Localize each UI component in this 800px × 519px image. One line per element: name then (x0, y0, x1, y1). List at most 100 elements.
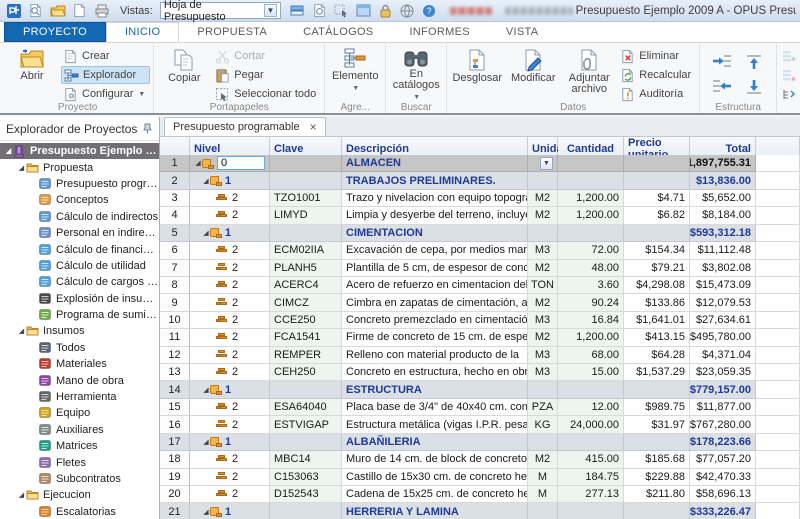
precio-cell[interactable]: $989.75 (624, 399, 690, 416)
zoom-doc-icon[interactable] (310, 2, 329, 20)
precio-cell[interactable]: $229.88 (624, 469, 690, 486)
cant-cell[interactable] (558, 155, 624, 172)
unidad-cell[interactable]: M2 (528, 190, 558, 207)
app-logo-icon[interactable] (4, 2, 23, 20)
desc-cell[interactable]: ALBAÑILERIA (342, 434, 528, 451)
expand-triangle-icon[interactable]: ◢ (202, 229, 210, 237)
filler-cell[interactable] (756, 329, 800, 346)
tree-item-calculo-de-indirectos[interactable]: Cálculo de indirectos (0, 209, 159, 225)
button-recalcular[interactable]: Recalcular (618, 66, 696, 84)
desc-cell[interactable]: Firme de concreto de 15 cm. de espesor, … (342, 329, 528, 346)
nivel-cell[interactable]: 2 (190, 399, 270, 416)
lock-icon[interactable] (376, 2, 395, 20)
precio-cell[interactable] (624, 172, 690, 189)
button-indent-left[interactable] (709, 76, 735, 98)
filler-cell[interactable] (756, 294, 800, 311)
button-desplegar[interactable]: Desplegar▼ (780, 85, 800, 103)
precio-cell[interactable]: $211.80 (624, 486, 690, 503)
unidad-cell[interactable]: TON (528, 277, 558, 294)
unidad-cell[interactable]: ▼ (528, 155, 558, 172)
nivel-cell[interactable]: 2 (190, 294, 270, 311)
precio-cell[interactable] (624, 155, 690, 172)
total-cell[interactable]: $27,634.61 (690, 312, 756, 329)
cant-cell[interactable]: 90.24 (558, 294, 624, 311)
clave-cell[interactable]: ACERC4 (270, 277, 342, 294)
button-explorador[interactable]: Explorador (61, 66, 150, 84)
total-cell[interactable]: $11,877.00 (690, 399, 756, 416)
button-desglosar[interactable]: Desglosar (450, 45, 504, 85)
row-number[interactable]: 8 (160, 277, 190, 294)
tree-item-explosion-de-insumos[interactable]: Explosión de insumos (0, 291, 159, 307)
clave-cell[interactable] (270, 172, 342, 189)
filler-cell[interactable] (756, 155, 800, 172)
precio-cell[interactable]: $413.15 (624, 329, 690, 346)
cant-cell[interactable]: 15.00 (558, 364, 624, 381)
unidad-cell[interactable]: M (528, 486, 558, 503)
filler-cell[interactable] (756, 225, 800, 242)
desc-cell[interactable]: ALMACEN (342, 155, 528, 172)
open-folder-small-icon[interactable] (48, 2, 67, 20)
tree-item-mano-de-obra[interactable]: Mano de obra (0, 372, 159, 388)
precio-cell[interactable]: $1,537.29 (624, 364, 690, 381)
clave-cell[interactable]: CEH250 (270, 364, 342, 381)
button-move-up[interactable] (741, 51, 767, 73)
clave-cell[interactable]: REMPER (270, 347, 342, 364)
precio-cell[interactable]: $79.21 (624, 260, 690, 277)
cant-cell[interactable]: 184.75 (558, 469, 624, 486)
unidad-cell[interactable] (528, 172, 558, 189)
filler-cell[interactable] (756, 207, 800, 224)
row-number[interactable]: 9 (160, 294, 190, 311)
total-cell[interactable]: $779,157.00 (690, 381, 756, 398)
chevron-down-icon[interactable]: ▼ (540, 157, 553, 170)
nivel-cell[interactable]: 2 (190, 416, 270, 433)
row-number[interactable]: 6 (160, 242, 190, 259)
row-number[interactable]: 1 (160, 155, 190, 172)
unidad-cell[interactable]: M2 (528, 329, 558, 346)
tree-item-calculo-de-financiami[interactable]: Cálculo de financiami... (0, 241, 159, 257)
unidad-cell[interactable]: KG (528, 416, 558, 433)
expand-triangle-icon[interactable]: ◢ (194, 159, 202, 167)
filler-cell[interactable] (756, 172, 800, 189)
tab-catalogos[interactable]: CATÁLOGOS (285, 22, 391, 42)
tree-item-ejecucion[interactable]: ◢Ejecucion (0, 487, 159, 503)
total-cell[interactable]: $13,836.00 (690, 172, 756, 189)
expand-triangle-icon[interactable]: ◢ (17, 491, 26, 499)
button-abrir[interactable]: Abrir (5, 45, 59, 83)
help-icon[interactable]: ? (420, 2, 439, 20)
nivel-cell[interactable]: 2 (190, 277, 270, 294)
tree-item-matrices[interactable]: Matrices (0, 438, 159, 454)
desc-cell[interactable]: Acero de refuerzo en cimentacion del No.… (342, 277, 528, 294)
total-cell[interactable]: $8,184.00 (690, 207, 756, 224)
views-manager-icon[interactable] (288, 2, 307, 20)
unidad-cell[interactable]: M (528, 469, 558, 486)
tree-item-personal-en-indirectos[interactable]: Personal en indirectos (0, 225, 159, 241)
precio-cell[interactable]: $1,641.01 (624, 312, 690, 329)
button-adjuntar-archivo[interactable]: Adjuntar archivo (562, 45, 616, 96)
button-modificar[interactable]: Modificar (506, 45, 560, 85)
filler-cell[interactable] (756, 260, 800, 277)
clave-cell[interactable]: ECM02IIA (270, 242, 342, 259)
tree-item-subcontratos[interactable]: Subcontratos (0, 471, 159, 487)
chevron-down-icon[interactable]: ▼ (264, 4, 277, 17)
cant-cell[interactable]: 68.00 (558, 347, 624, 364)
nivel-cell[interactable]: 2 (190, 207, 270, 224)
clave-cell[interactable]: C153063 (270, 469, 342, 486)
unidad-cell[interactable]: M3 (528, 347, 558, 364)
clave-cell[interactable] (270, 434, 342, 451)
tree-item-propuesta[interactable]: ◢Propuesta (0, 159, 159, 175)
filler-cell[interactable] (756, 451, 800, 468)
filler-cell[interactable] (756, 381, 800, 398)
filler-cell[interactable] (756, 416, 800, 433)
nivel-cell[interactable]: 2 (190, 451, 270, 468)
row-number[interactable]: 15 (160, 399, 190, 416)
tab-presupuesto-programable[interactable]: Presupuesto programable × (164, 117, 326, 136)
tree-item-conceptos[interactable]: Conceptos (0, 192, 159, 208)
unidad-cell[interactable]: M3 (528, 242, 558, 259)
button-eliminar[interactable]: Eliminar (618, 47, 696, 65)
clave-cell[interactable] (270, 225, 342, 242)
filler-cell[interactable] (756, 242, 800, 259)
cant-cell[interactable] (558, 172, 624, 189)
button-crear[interactable]: Crear (61, 47, 150, 65)
precio-cell[interactable]: $64.28 (624, 347, 690, 364)
row-number[interactable]: 13 (160, 364, 190, 381)
